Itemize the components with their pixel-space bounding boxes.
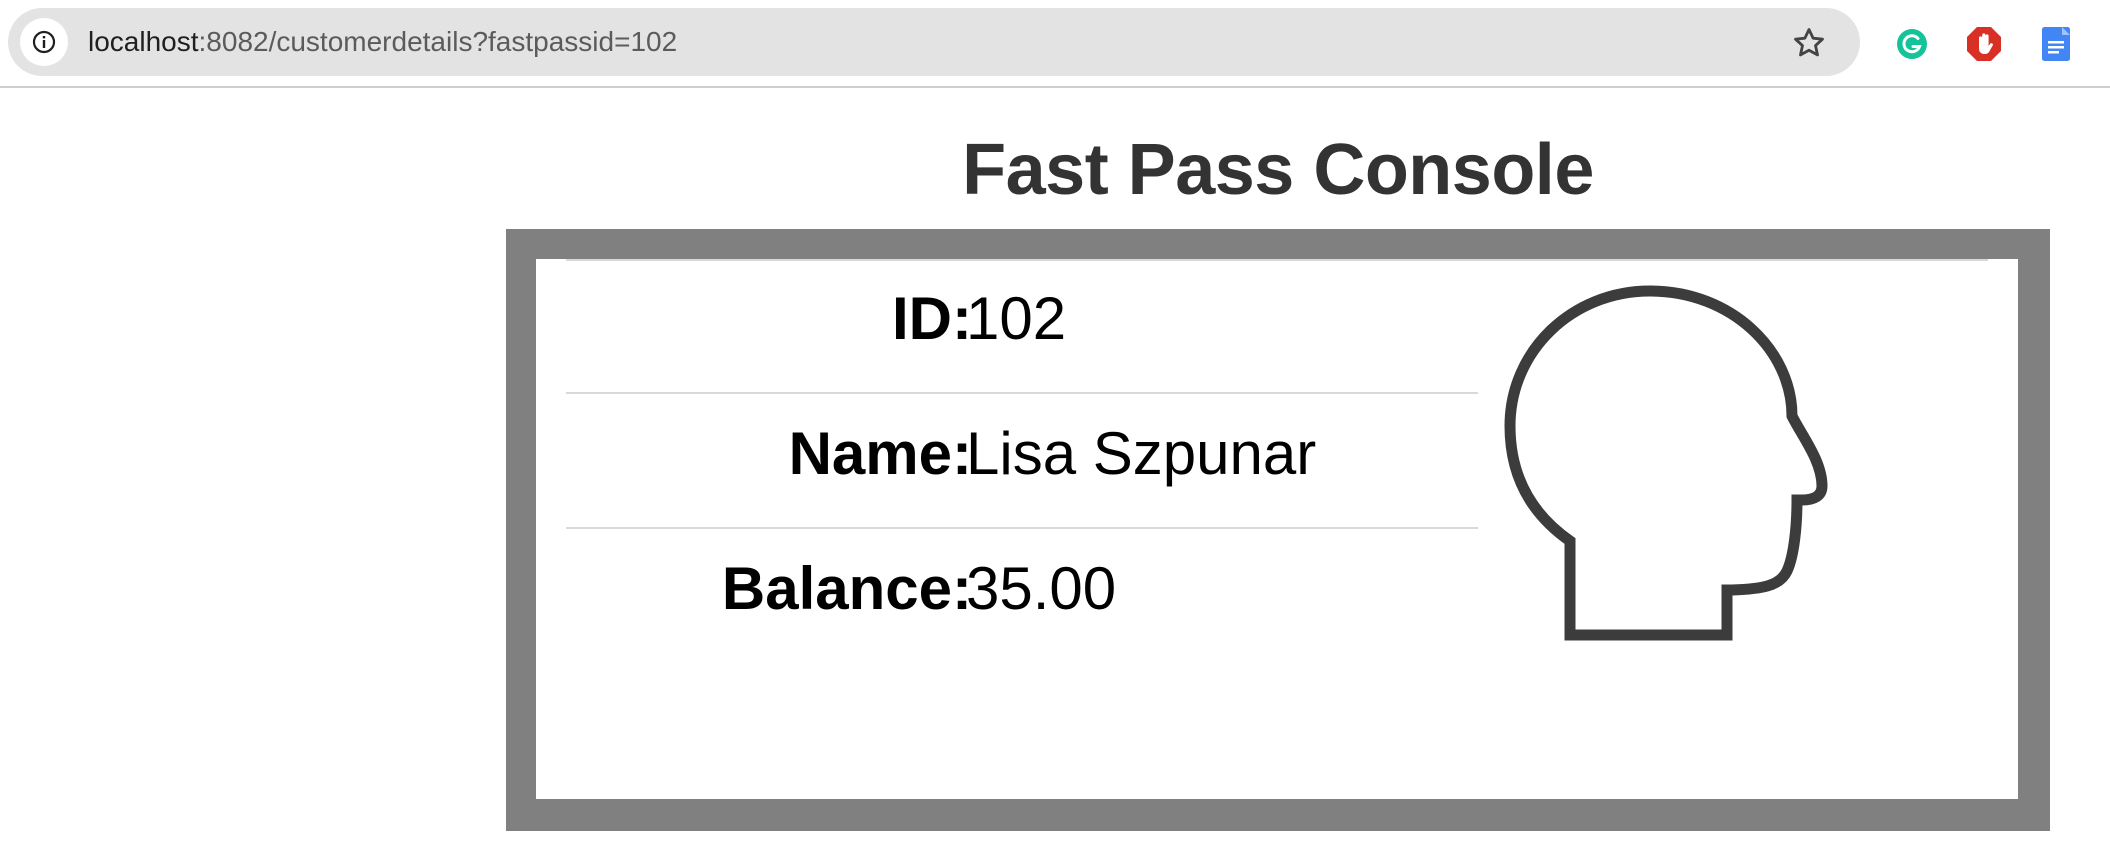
customer-details: ID: 102 Name: Lisa Szpunar Balance: 35.0… (566, 259, 1478, 664)
page-title: Fast Pass Console (962, 130, 1594, 210)
browser-toolbar: localhost:8082/customerdetails?fastpassi… (0, 0, 2110, 88)
field-label-balance: Balance: (721, 555, 972, 622)
field-label-id: ID: (892, 285, 972, 352)
customer-card: ID: 102 Name: Lisa Szpunar Balance: 35.0… (536, 259, 2018, 799)
field-value-name: Lisa Szpunar (966, 420, 1317, 487)
bookmark-star-icon[interactable] (1792, 26, 1826, 60)
field-value-balance: 35.00 (966, 555, 1117, 622)
adblock-extension-icon[interactable] (1964, 24, 2004, 64)
grammarly-extension-icon[interactable] (1892, 24, 1932, 64)
field-row-name: Name: Lisa Szpunar (566, 394, 1478, 529)
field-label-name: Name: (788, 420, 972, 487)
address-bar[interactable]: localhost:8082/customerdetails?fastpassi… (8, 8, 1860, 76)
url-path: :8082/customerdetails?fastpassid=102 (198, 26, 678, 57)
info-icon (32, 30, 56, 54)
site-info-button[interactable] (20, 18, 68, 66)
field-value-id: 102 (966, 285, 1067, 352)
field-row-balance: Balance: 35.00 (566, 529, 1478, 664)
head-profile-icon (1504, 285, 1828, 641)
url-text[interactable]: localhost:8082/customerdetails?fastpassi… (88, 8, 677, 76)
field-row-id: ID: 102 (566, 259, 1478, 394)
customer-card-frame: ID: 102 Name: Lisa Szpunar Balance: 35.0… (506, 229, 2050, 831)
google-docs-extension-icon[interactable] (2036, 24, 2076, 64)
url-host: localhost (88, 26, 199, 57)
